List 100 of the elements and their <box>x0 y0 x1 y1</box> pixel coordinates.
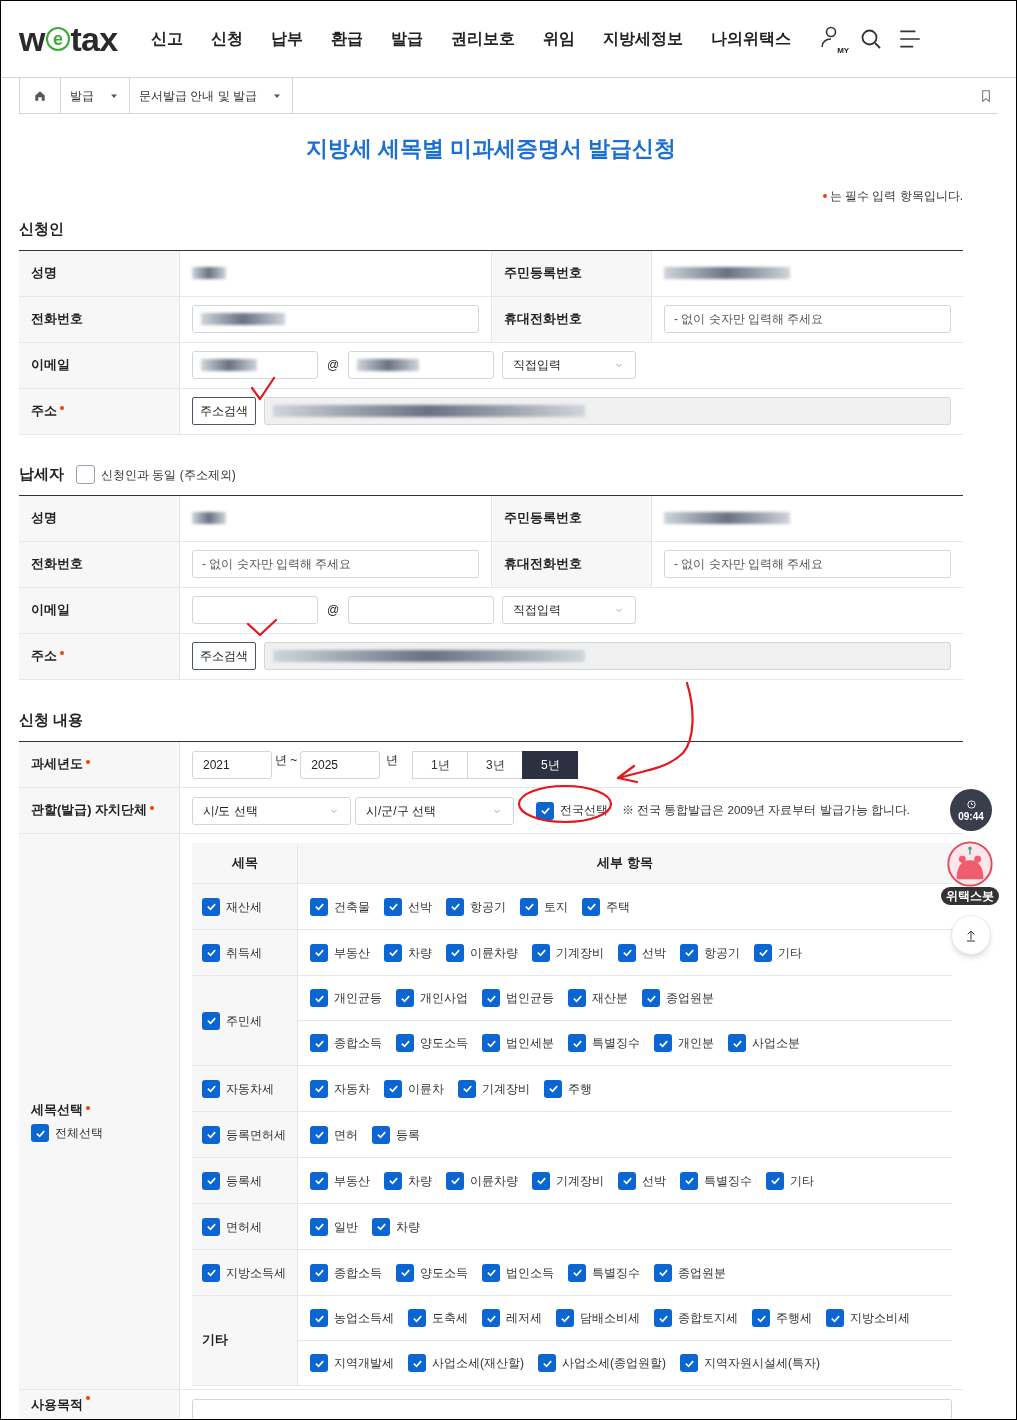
checkbox-label[interactable]: 법인세분 <box>506 1034 554 1053</box>
period-button[interactable]: 3년 <box>467 750 524 779</box>
input-field[interactable]: 2025 <box>300 750 381 779</box>
checkbox-label[interactable]: 법인소득 <box>506 1263 554 1282</box>
checkbox-label[interactable]: 신청인과 동일 (주소제외) <box>101 465 236 484</box>
input-field[interactable] <box>192 351 318 380</box>
checkbox[interactable] <box>202 1079 220 1098</box>
select-field[interactable]: 시/도 선택 <box>192 796 351 825</box>
nav-link[interactable]: 납부 <box>271 27 304 51</box>
checkbox-label[interactable]: 부동산 <box>334 943 370 962</box>
checkbox[interactable] <box>618 943 636 962</box>
checkbox-label[interactable]: 등록세 <box>226 1171 262 1190</box>
nav-link[interactable]: 환급 <box>331 27 364 51</box>
nav-link[interactable]: 권리보호 <box>451 27 516 51</box>
nav-link[interactable]: 발급 <box>391 27 424 51</box>
checkbox-label[interactable]: 농업소득세 <box>334 1309 394 1328</box>
checkbox-label[interactable]: 기타 <box>790 1171 814 1190</box>
checkbox-label[interactable]: 종업원분 <box>666 989 714 1008</box>
checkbox-label[interactable]: 특별징수 <box>592 1263 640 1282</box>
checkbox[interactable] <box>582 897 600 916</box>
checkbox[interactable] <box>202 1125 220 1144</box>
period-button[interactable]: 1년 <box>412 750 469 779</box>
checkbox-label[interactable]: 지방소비세 <box>850 1309 910 1328</box>
checkbox[interactable] <box>766 1171 784 1190</box>
checkbox-label[interactable]: 면허세 <box>226 1217 262 1236</box>
checkbox[interactable] <box>310 1171 328 1190</box>
checkbox[interactable] <box>520 897 538 916</box>
chatbot-label[interactable]: 위택스봇 <box>941 887 999 905</box>
select-field[interactable]: 직접입력 <box>502 351 637 380</box>
checkbox-label[interactable]: 자동차세 <box>226 1079 274 1098</box>
checkbox-label[interactable]: 양도소득 <box>420 1263 468 1282</box>
checkbox[interactable] <box>396 1034 414 1053</box>
input-field[interactable] <box>348 351 495 380</box>
checkbox-label[interactable]: 레저세 <box>506 1309 542 1328</box>
checkbox[interactable] <box>680 1171 698 1190</box>
checkbox-label[interactable]: 개인균등 <box>334 989 382 1008</box>
checkbox-label[interactable]: 자동차 <box>334 1079 370 1098</box>
checkbox[interactable] <box>202 897 220 916</box>
checkbox[interactable] <box>384 1171 402 1190</box>
checkbox-label[interactable]: 이륜차량 <box>470 1171 518 1190</box>
checkbox-label[interactable]: 개인분 <box>678 1034 714 1053</box>
checkbox[interactable] <box>310 1354 328 1373</box>
checkbox-label[interactable]: 종합소득 <box>334 1263 382 1282</box>
checkbox-label[interactable]: 선박 <box>642 943 666 962</box>
checkbox[interactable] <box>728 1034 746 1053</box>
checkbox[interactable] <box>310 1309 328 1328</box>
checkbox-label[interactable]: 부동산 <box>334 1171 370 1190</box>
checkbox[interactable] <box>826 1309 844 1328</box>
checkbox[interactable] <box>568 989 586 1008</box>
checkbox-label[interactable]: 종업원분 <box>678 1263 726 1282</box>
checkbox-label[interactable]: 이륜차량 <box>470 943 518 962</box>
checkbox[interactable] <box>310 943 328 962</box>
checkbox-label[interactable]: 선박 <box>408 897 432 916</box>
scroll-top-button[interactable] <box>951 915 991 955</box>
checkbox-label[interactable]: 전체선택 <box>55 1124 103 1143</box>
checkbox[interactable] <box>458 1079 476 1098</box>
checkbox-label[interactable]: 재산분 <box>592 989 628 1008</box>
input-field[interactable]: 2021 <box>192 750 272 779</box>
checkbox-label[interactable]: 면허 <box>334 1125 358 1144</box>
checkbox[interactable] <box>202 1263 220 1282</box>
checkbox-label[interactable]: 주택 <box>606 897 630 916</box>
checkbox[interactable] <box>76 465 95 485</box>
checkbox[interactable] <box>680 1354 698 1373</box>
checkbox[interactable] <box>618 1171 636 1190</box>
checkbox-label[interactable]: 사업소분 <box>752 1034 800 1053</box>
checkbox-label[interactable]: 건축물 <box>334 897 370 916</box>
checkbox[interactable] <box>310 897 328 916</box>
checkbox[interactable] <box>396 989 414 1008</box>
checkbox-label[interactable]: 지역자원시설세(특자) <box>704 1354 820 1373</box>
checkbox[interactable] <box>752 1309 770 1328</box>
nav-link[interactable]: 신고 <box>151 27 184 51</box>
checkbox[interactable] <box>482 1034 500 1053</box>
checkbox[interactable] <box>384 1079 402 1098</box>
checkbox-label[interactable]: 지역개발세 <box>334 1354 394 1373</box>
checkbox-label[interactable]: 도축세 <box>432 1309 468 1328</box>
checkbox-label[interactable]: 기계장비 <box>482 1079 530 1098</box>
checkbox-label[interactable]: 등록 <box>396 1125 420 1144</box>
checkbox[interactable] <box>642 989 660 1008</box>
checkbox[interactable] <box>446 943 464 962</box>
checkbox[interactable] <box>654 1263 672 1282</box>
checkbox[interactable] <box>202 1171 220 1190</box>
checkbox[interactable] <box>482 989 500 1008</box>
checkbox[interactable] <box>310 1263 328 1282</box>
chatbot-mascot-icon[interactable] <box>947 841 993 887</box>
checkbox-label[interactable]: 특별징수 <box>592 1034 640 1053</box>
checkbox[interactable] <box>654 1309 672 1328</box>
checkbox-label[interactable]: 사업소세(종업원할) <box>562 1354 666 1373</box>
checkbox-label[interactable]: 취득세 <box>226 943 262 962</box>
checkbox-label[interactable]: 일반 <box>334 1217 358 1236</box>
checkbox[interactable] <box>310 1079 328 1098</box>
input-field[interactable]: - 없이 숫자만 입력해 주세요 <box>664 305 951 334</box>
checkbox[interactable] <box>532 1171 550 1190</box>
nav-link[interactable]: 나의위택스 <box>711 27 792 51</box>
nav-link[interactable]: 신청 <box>211 27 244 51</box>
checkbox[interactable] <box>372 1125 390 1144</box>
checkbox[interactable] <box>532 943 550 962</box>
checkbox-label[interactable]: 재산세 <box>226 897 262 916</box>
checkbox-label[interactable]: 이륜차 <box>408 1079 444 1098</box>
checkbox[interactable] <box>384 943 402 962</box>
checkbox[interactable] <box>568 1263 586 1282</box>
